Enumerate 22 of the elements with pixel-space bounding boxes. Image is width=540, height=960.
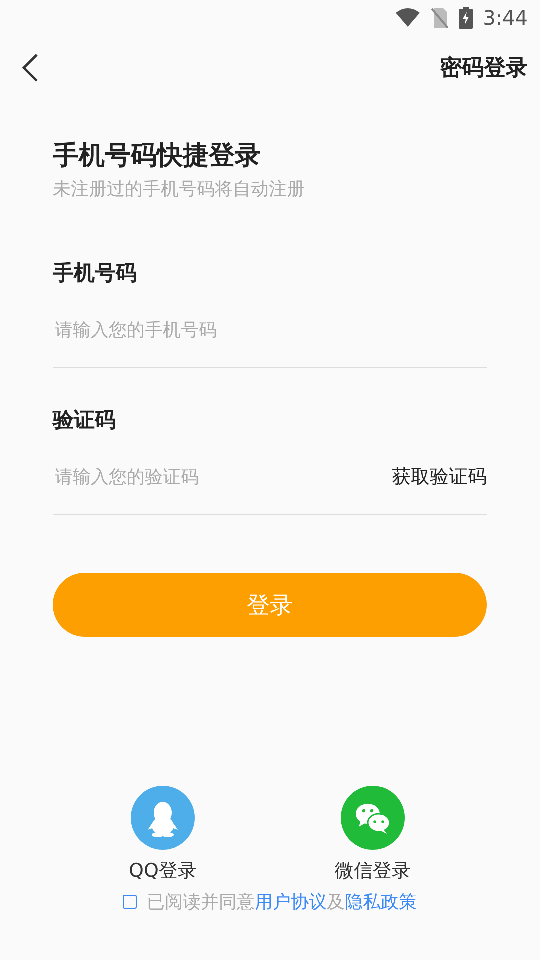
agreement-checkbox[interactable] <box>123 895 137 909</box>
status-time: 3:44 <box>483 6 528 30</box>
input-field[interactable]: 请输入您的手机号码 <box>53 318 487 342</box>
penguin-icon[interactable] <box>130 786 195 850</box>
battery-icon <box>459 7 474 29</box>
no-sim-icon <box>431 7 450 29</box>
login-button[interactable]: 登录 <box>53 573 487 637</box>
input-field[interactable]: 请输入您的验证码 <box>53 466 392 488</box>
agreement-text: 已阅读并同意用户协议及隐私政策 <box>147 891 417 914</box>
password-login-link[interactable]: 密码登录 <box>440 53 528 83</box>
user-agreement-link[interactable]: 用户协议 <box>255 892 327 913</box>
back-icon[interactable] <box>20 53 40 83</box>
page-subtitle: 未注册过的手机号码将自动注册 <box>53 178 306 201</box>
get-code-button[interactable]: 获取验证码 <box>392 464 487 490</box>
chat-bubbles-icon[interactable] <box>340 786 405 850</box>
privacy-policy-link[interactable]: 隐私政策 <box>345 892 417 913</box>
wifi-icon <box>395 8 422 28</box>
field-label: 手机号码 <box>53 260 138 287</box>
field-label: 验证码 <box>53 407 117 434</box>
social-login-label: QQ登录 <box>129 859 197 884</box>
page-title: 手机号码快捷登录 <box>53 140 262 173</box>
social-login-label: 微信登录 <box>334 859 411 884</box>
